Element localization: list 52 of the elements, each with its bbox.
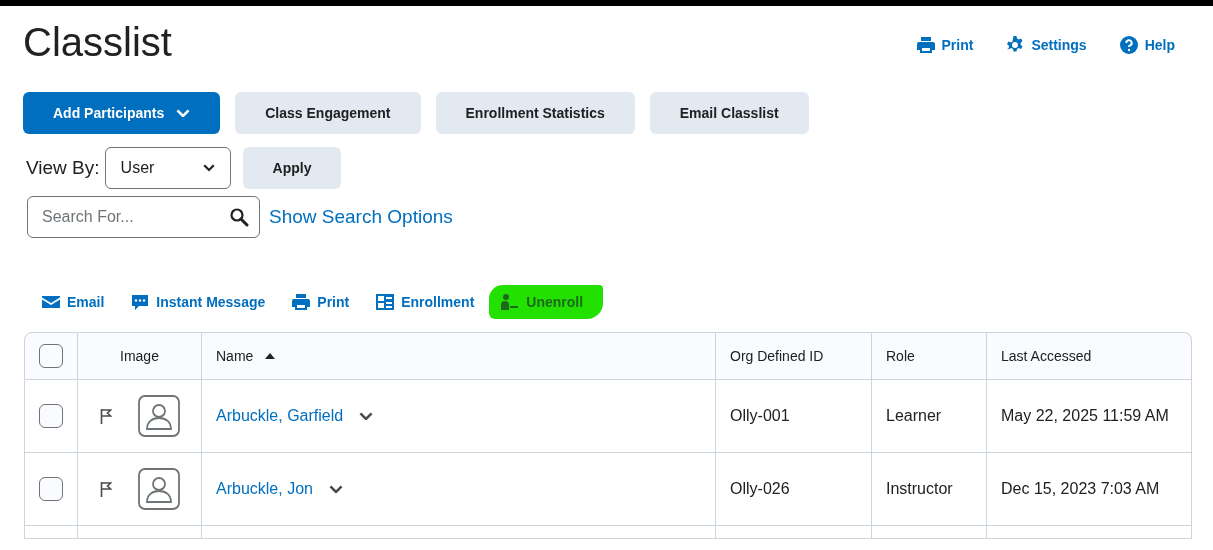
column-header: Role [886, 348, 915, 364]
view-by-label: View By: [26, 157, 100, 179]
table-cell: Instructor [886, 480, 953, 497]
column-header[interactable]: Name [216, 348, 254, 364]
settings-link[interactable]: Settings [1006, 36, 1087, 54]
settings-icon [1006, 36, 1025, 54]
message-link[interactable]: Instant Message [131, 285, 266, 319]
unenroll-link[interactable]: Unenroll [489, 285, 604, 319]
row-menu-toggle[interactable] [359, 411, 374, 421]
table-cell: May 22, 2025 11:59 AM [1001, 407, 1169, 424]
checkbox[interactable] [39, 404, 63, 428]
checkbox[interactable] [39, 344, 63, 368]
checkbox[interactable] [39, 477, 63, 501]
user-name-link[interactable]: Arbuckle, Garfield [216, 407, 344, 425]
column-header: Image [120, 348, 159, 364]
column-header: Last Accessed [1001, 348, 1092, 364]
id-card-icon [376, 293, 395, 311]
dropdown-button[interactable]: Add Participants [23, 92, 221, 134]
show-search-options-link[interactable]: Show Search Options [269, 206, 453, 228]
search-icon[interactable] [229, 207, 249, 227]
view-by-dropdown[interactable]: User [104, 147, 231, 189]
print-link[interactable]: Print [916, 36, 974, 54]
flag-icon[interactable] [99, 408, 112, 424]
chat-icon [131, 293, 150, 311]
column-header: Org Defined ID [730, 348, 824, 364]
avatar-silhouette-icon [137, 468, 180, 510]
enrollment-link[interactable]: Enrollment [376, 285, 475, 319]
apply-button[interactable]: Apply [242, 147, 342, 189]
printer-icon [916, 36, 935, 54]
table-cell: Learner [886, 407, 942, 424]
print-link[interactable]: Print [292, 285, 350, 319]
user-minus-icon [501, 293, 520, 311]
table-cell: Olly-001 [730, 407, 790, 424]
search-field[interactable]: Search For... [27, 196, 260, 238]
email-link[interactable]: Email [42, 285, 105, 319]
action-button[interactable]: Enrollment Statistics [435, 92, 635, 134]
action-button[interactable]: Email Classlist [649, 92, 809, 134]
envelope-icon [42, 293, 60, 311]
page-title: Classlist [23, 20, 172, 65]
help-link[interactable]: Help [1119, 36, 1175, 54]
user-name-link[interactable]: Arbuckle, Jon [216, 480, 313, 498]
table-cell: Dec 15, 2023 7:03 AM [1001, 480, 1160, 497]
help-icon [1119, 36, 1138, 54]
table-cell: Olly-026 [730, 480, 790, 497]
flag-icon[interactable] [99, 481, 112, 497]
chevron-down-icon [202, 164, 215, 172]
chevron-down-icon [359, 411, 374, 421]
printer-icon [292, 293, 311, 311]
action-button[interactable]: Class Engagement [235, 92, 421, 134]
chevron-down-icon [328, 484, 343, 494]
avatar-silhouette-icon [137, 395, 180, 437]
row-menu-toggle[interactable] [328, 484, 343, 494]
